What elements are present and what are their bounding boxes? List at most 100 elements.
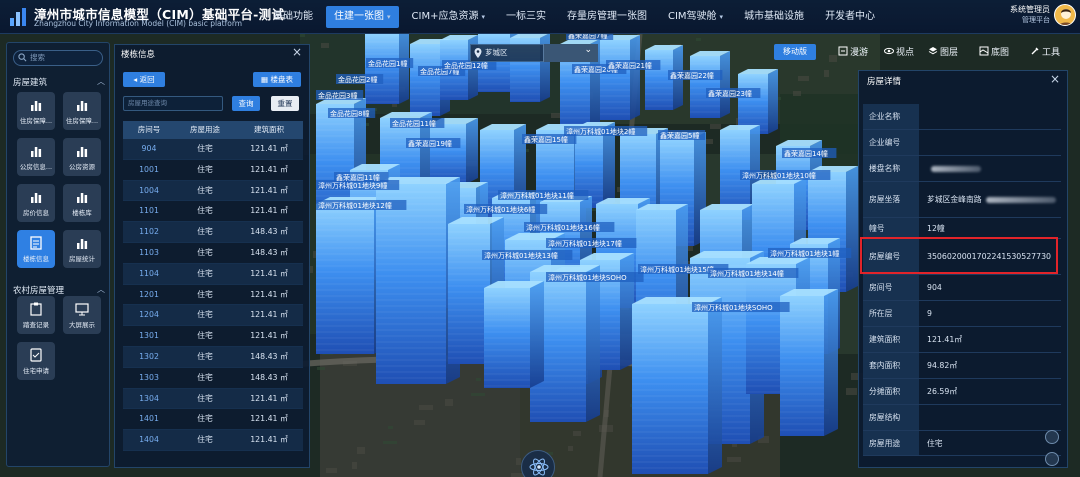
- table-cell[interactable]: 1302: [123, 347, 175, 367]
- table-row[interactable]: 1304 住宅 121.41 ㎡: [123, 388, 303, 410]
- tool-button[interactable]: 踏查记录: [17, 296, 55, 334]
- table-cell[interactable]: 1301: [123, 326, 175, 346]
- query-button[interactable]: 查询: [232, 96, 260, 111]
- toolbar-roam-button[interactable]: 漫游: [838, 45, 868, 61]
- building-label[interactable]: 鑫荣嘉园15幢: [522, 134, 577, 144]
- section-housing[interactable]: 房屋建筑 ︿: [13, 76, 105, 88]
- toolbar-basemap-button[interactable]: 底图: [979, 45, 1009, 61]
- tool-button[interactable]: 大屏展示: [63, 296, 101, 334]
- nav-item[interactable]: CIM驾驶舱 ▾: [660, 6, 731, 28]
- building-label[interactable]: 鑫荣嘉园19幢: [406, 138, 461, 148]
- building-label[interactable]: 鑫荣嘉园11幢: [334, 172, 389, 182]
- building-block[interactable]: [365, 34, 399, 104]
- building-label[interactable]: 漳州万科城01地块SOHO: [692, 302, 790, 312]
- nav-item[interactable]: 开发者中心: [817, 6, 883, 28]
- table-row[interactable]: 1101 住宅 121.41 ㎡: [123, 201, 303, 223]
- tool-button[interactable]: 楼栋库: [63, 184, 101, 222]
- user-info[interactable]: 系统管理员 管理平台: [1010, 4, 1050, 25]
- building-label[interactable]: 金品花园8幢: [328, 108, 376, 118]
- nav-item[interactable]: 基础功能: [265, 6, 321, 28]
- building-label[interactable]: 金品花园2幢: [336, 74, 384, 84]
- tool-button[interactable]: 住宅申请: [17, 342, 55, 380]
- table-cell[interactable]: 1102: [123, 222, 175, 242]
- table-cell[interactable]: 1204: [123, 305, 175, 325]
- building-block[interactable]: [430, 124, 466, 184]
- usage-search-input[interactable]: 房屋用途查询: [123, 96, 223, 111]
- table-row[interactable]: 1103 住宅 148.43 ㎡: [123, 243, 303, 264]
- toolbar-layers-button[interactable]: 图层: [928, 45, 958, 61]
- table-cell[interactable]: 1304: [123, 389, 175, 409]
- tool-button[interactable]: 公房信息...: [17, 138, 55, 176]
- table-row[interactable]: 1104 住宅 121.41 ㎡: [123, 263, 303, 285]
- table-row[interactable]: 1004 住宅 121.41 ㎡: [123, 180, 303, 202]
- table-cell[interactable]: 1004: [123, 181, 175, 201]
- table-row[interactable]: 1301 住宅 121.41 ㎡: [123, 326, 303, 347]
- table-row[interactable]: 1201 住宅 121.41 ㎡: [123, 285, 303, 306]
- building-block[interactable]: [780, 296, 824, 436]
- building-block[interactable]: [448, 224, 490, 364]
- nav-item[interactable]: 城市基础设施: [736, 6, 812, 28]
- mobile-version-button[interactable]: 移动版: [774, 44, 816, 60]
- building-label[interactable]: 漳州万科城01地块11幢: [498, 190, 589, 200]
- tool-button[interactable]: 楼栋信息: [17, 230, 55, 268]
- tool-button[interactable]: 住房保障...: [63, 92, 101, 130]
- section-rural[interactable]: 农村房屋管理 ︿: [13, 284, 105, 296]
- building-label[interactable]: 漳州万科城01地块10幢: [740, 170, 831, 180]
- building-label[interactable]: 金品花园11幢: [390, 118, 445, 128]
- close-icon[interactable]: ×: [292, 45, 302, 59]
- building-label[interactable]: 鑫荣嘉园23幢: [706, 88, 761, 98]
- building-label[interactable]: 漳州万科城01地块1幢: [768, 248, 852, 258]
- building-label[interactable]: 鑫荣嘉园22幢: [668, 70, 723, 80]
- building-label[interactable]: 漳州万科城01地块SOHO: [546, 272, 644, 282]
- table-cell[interactable]: 1303: [123, 368, 175, 388]
- close-icon[interactable]: ×: [1050, 72, 1060, 86]
- zoom-reset-icon[interactable]: [1045, 430, 1059, 444]
- table-cell[interactable]: 1401: [123, 409, 175, 429]
- tool-button[interactable]: 公房资源: [63, 138, 101, 176]
- table-row[interactable]: 1001 住宅 121.41 ㎡: [123, 160, 303, 181]
- building-label[interactable]: 漳州万科城01地块6幢: [464, 204, 548, 214]
- building-label[interactable]: 鑫荣嘉园21幢: [606, 60, 661, 70]
- table-row[interactable]: 1401 住宅 121.41 ㎡: [123, 409, 303, 431]
- toolbar-tools-button[interactable]: 工具: [1030, 45, 1060, 61]
- table-row[interactable]: 904 住宅 121.41 ㎡: [123, 139, 303, 160]
- table-cell[interactable]: 1103: [123, 243, 175, 263]
- tool-button[interactable]: 住房保障...: [17, 92, 55, 130]
- building-label[interactable]: 漳州万科城01地块2幢: [564, 126, 648, 136]
- building-label[interactable]: 鑫荣嘉园5幢: [658, 130, 706, 140]
- building-label[interactable]: 金品花园1幢: [366, 58, 414, 68]
- search-input[interactable]: 搜索: [13, 50, 103, 66]
- building-label[interactable]: 漳州万科城01地块12幢: [316, 200, 407, 210]
- table-cell[interactable]: 904: [123, 139, 175, 159]
- tool-button[interactable]: 房价信息: [17, 184, 55, 222]
- compass-icon[interactable]: [521, 450, 555, 477]
- nav-item[interactable]: CIM+应急资源 ▾: [404, 6, 493, 28]
- table-row[interactable]: 1303 住宅 148.43 ㎡: [123, 368, 303, 389]
- table-cell[interactable]: 1201: [123, 285, 175, 305]
- building-label[interactable]: 漳州万科城01地块17幢: [546, 238, 637, 248]
- table-row[interactable]: 1204 住宅 121.41 ㎡: [123, 305, 303, 327]
- tool-button[interactable]: 房屋统计: [63, 230, 101, 268]
- building-label[interactable]: 漳州万科城01地块16幢: [524, 222, 615, 232]
- toolbar-eye-button[interactable]: 视点: [884, 45, 914, 61]
- reset-button[interactable]: 重置: [271, 96, 299, 111]
- avatar[interactable]: [1054, 4, 1076, 26]
- building-label[interactable]: 鑫荣嘉园7幢: [566, 34, 614, 40]
- nav-item[interactable]: 存量房管理一张图: [559, 6, 655, 28]
- building-label[interactable]: 鑫荣嘉园14幢: [782, 148, 837, 158]
- table-cell[interactable]: 1101: [123, 201, 175, 221]
- district-dropdown[interactable]: [543, 42, 598, 62]
- building-block[interactable]: [690, 56, 720, 118]
- table-row[interactable]: 1404 住宅 121.41 ㎡: [123, 430, 303, 451]
- table-cell[interactable]: 1404: [123, 430, 175, 450]
- building-label[interactable]: 漳州万科城01地块13幢: [482, 250, 573, 260]
- floor-table-button[interactable]: ▦ 楼盘表: [253, 72, 301, 87]
- table-cell[interactable]: 1001: [123, 160, 175, 180]
- fullscreen-icon[interactable]: [1045, 452, 1059, 466]
- nav-item[interactable]: 一标三实: [498, 6, 554, 28]
- district-selector[interactable]: 芗城区: [470, 42, 598, 62]
- building-block[interactable]: [410, 44, 440, 116]
- building-label[interactable]: 金品花园3幢: [316, 90, 364, 100]
- nav-item[interactable]: 住建一张图 ▾: [326, 6, 399, 28]
- building-label[interactable]: 漳州万科城01地块14幢: [708, 268, 799, 278]
